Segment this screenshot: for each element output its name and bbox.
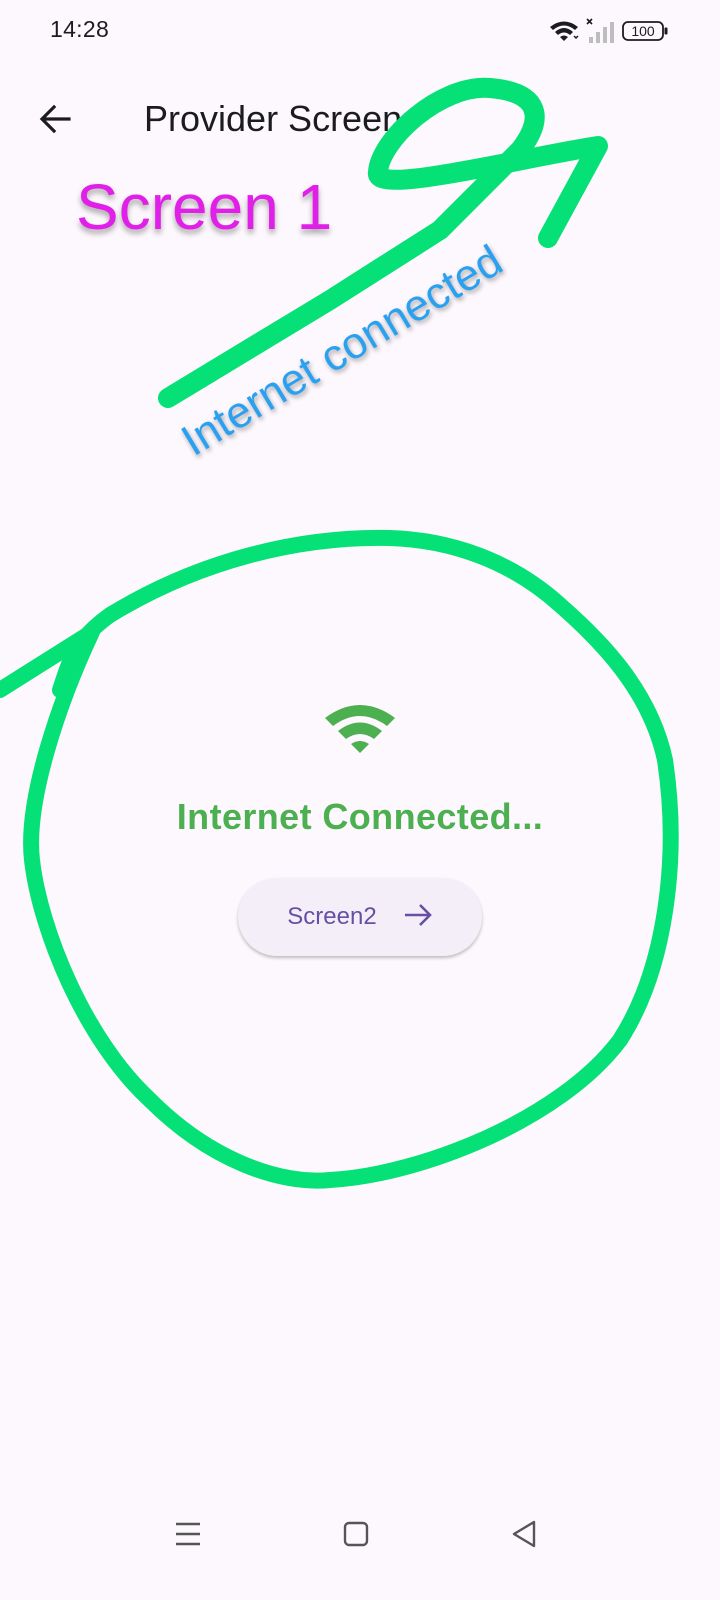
connection-status-text: Internet Connected... (176, 796, 544, 837)
battery-level: 100 (631, 23, 655, 39)
screen2-button-label: Screen2 (287, 903, 377, 930)
annotation-connected-label: Internet connected (173, 235, 511, 466)
battery-icon: 100 (622, 20, 668, 42)
status-bar: 14:28 100 (0, 0, 720, 64)
app-bar: Provider Screen (0, 80, 720, 160)
main-content: Internet Connected... Screen2 (0, 700, 720, 956)
cellular-no-signal-icon (586, 18, 616, 44)
menu-icon (173, 1520, 203, 1553)
nav-menu-button[interactable] (158, 1506, 218, 1566)
nav-home-button[interactable] (326, 1506, 386, 1566)
wifi-icon (323, 700, 397, 756)
nav-back-button[interactable] (494, 1506, 554, 1566)
back-triangle-icon (510, 1519, 538, 1554)
page-title: Provider Screen (144, 98, 403, 139)
screen2-button[interactable]: Screen2 (238, 878, 482, 956)
arrow-back-icon (37, 101, 73, 142)
home-icon (342, 1520, 370, 1553)
system-nav-bar (0, 1480, 720, 1600)
back-button[interactable] (30, 96, 80, 146)
status-time: 14:28 (50, 16, 110, 42)
annotation-screen-label: Screen 1 (76, 171, 333, 243)
arrow-forward-icon (403, 902, 433, 933)
status-icons: 100 (548, 16, 668, 46)
wifi-icon (548, 19, 580, 43)
